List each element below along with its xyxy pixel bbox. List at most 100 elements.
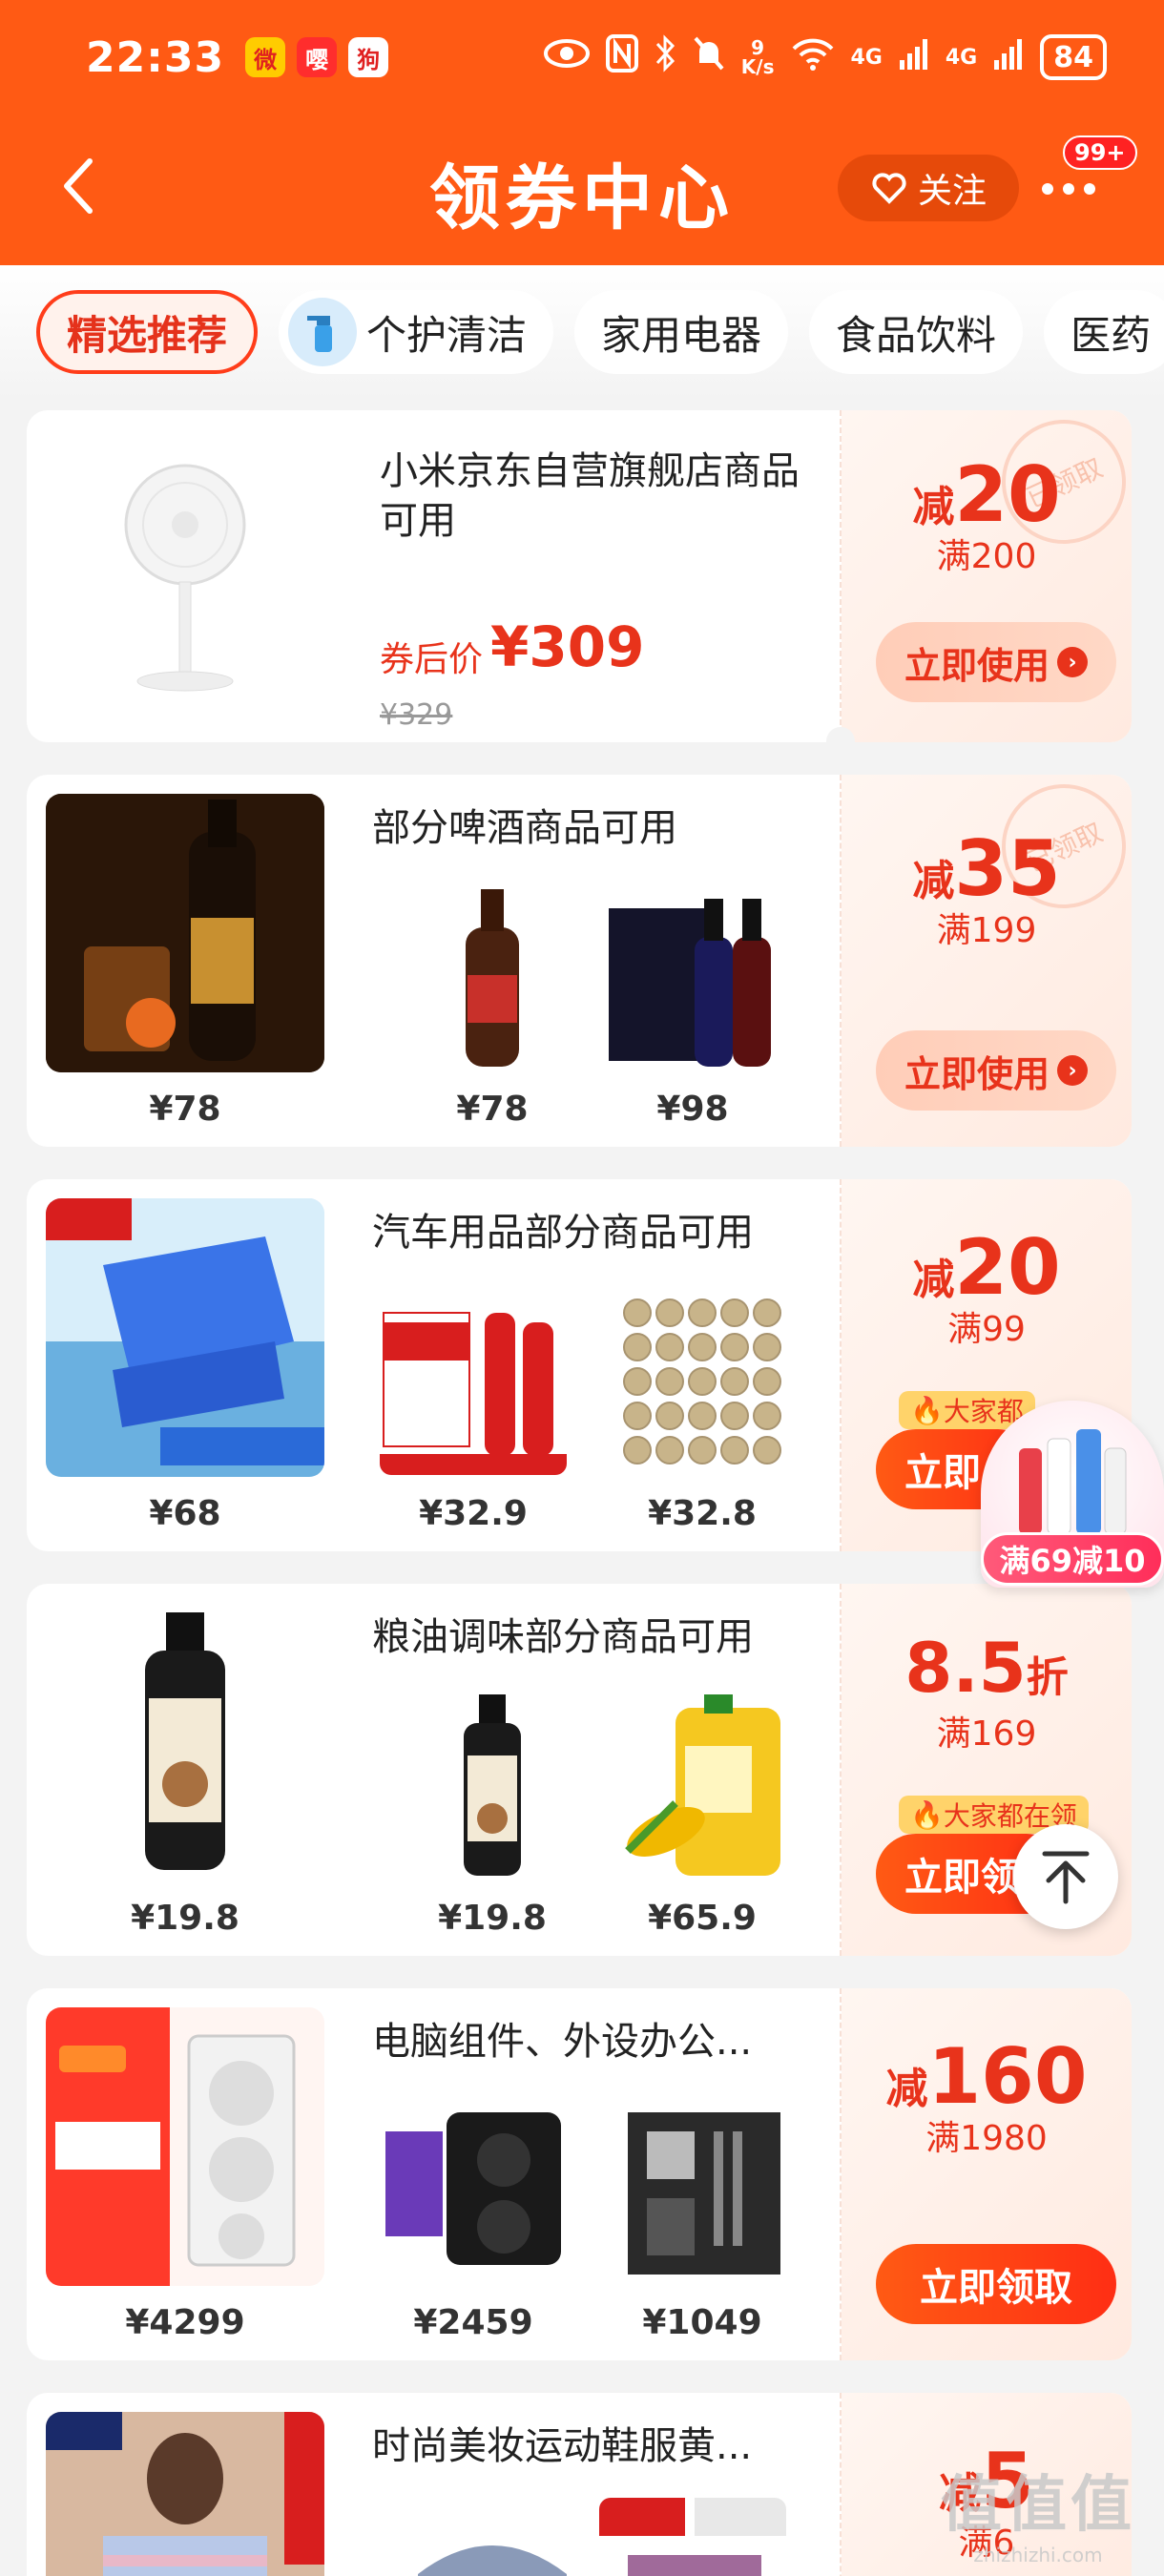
spray-bottle-icon (288, 298, 358, 366)
coupon-panel: 减160 满1980 立即领取 (842, 1988, 1132, 2360)
claim-button[interactable]: 立即领取 (876, 2244, 1116, 2324)
beer-gift-box-thumb (599, 880, 786, 1070)
product-price: ¥32.8 (648, 1494, 757, 1533)
coupon-desc: 汽车用品部分商品可用 (372, 1211, 754, 1255)
coupon-card[interactable]: 粮油调味部分商品可用 ¥19.8 ¥19.8 ¥65.9 8.5折 满169 🔥… (27, 1584, 1132, 1956)
coupon-desc: 时尚美妆运动鞋服黄... (372, 2424, 753, 2468)
more-dots-icon (1042, 183, 1095, 195)
product-image[interactable] (46, 1198, 324, 1477)
fan-image (124, 464, 246, 692)
coupon-value: 35 (954, 824, 1061, 913)
coupon-panel: 已领取 减20 满200 立即使用 › (842, 410, 1132, 742)
dog-app-icon: 狗 (348, 37, 389, 77)
floating-promo-label[interactable]: 满69减10 (981, 1532, 1164, 1586)
product-image[interactable] (46, 2007, 324, 2286)
striped-shirt-image (46, 2412, 324, 2576)
product-price: ¥32.9 (419, 1494, 528, 1533)
tab-label: 个护清洁 (366, 311, 528, 359)
coupon-card[interactable]: 汽车用品部分商品可用 ¥68 ¥32.9 ¥32.8 减20 满99 🔥 大家都… (27, 1179, 1132, 1551)
product-thumb[interactable] (380, 1284, 567, 1475)
coupon-amount: 8.5折 (842, 1628, 1132, 1708)
product-price: ¥4299 (125, 2303, 245, 2342)
tab-food-drinks[interactable]: 食品饮料 (809, 290, 1024, 374)
product-thumb[interactable] (609, 2093, 796, 2284)
product-thumb[interactable] (399, 880, 586, 1070)
header-bar: 22:33 微 嘤 狗 9 K/s 4G 4G 84 领券中心 关注 99+ (0, 0, 1164, 265)
mute-bell-icon (692, 34, 726, 81)
signal-1-label: 4G (850, 45, 883, 70)
product-thumb[interactable] (609, 1284, 796, 1475)
after-coupon-label: 券后价 (380, 640, 484, 679)
manhua-icon: 嘤 (297, 37, 338, 77)
watermark-logo: 值值值 (941, 2470, 1135, 2541)
product-image[interactable] (46, 429, 324, 708)
tab-home-appliances[interactable]: 家用电器 (574, 290, 789, 374)
category-tabs: 精选推荐 个护清洁 家用电器 食品饮料 医药 (0, 265, 1164, 399)
coupon-amount: 减160 (842, 2032, 1132, 2121)
product-image[interactable] (46, 1603, 324, 1881)
original-price: ¥329 (380, 698, 453, 732)
coupon-card[interactable]: 部分啤酒商品可用 ¥78 ¥78 ¥98 已领取 减35 满199 立即使用 › (27, 775, 1132, 1147)
product-thumb[interactable] (599, 880, 786, 1070)
coupon-value: 160 (927, 2032, 1088, 2121)
weibo-icon: 微 (245, 37, 286, 77)
wifi-icon (790, 35, 836, 80)
message-badge: 99+ (1063, 135, 1137, 170)
graphics-card-image (46, 2007, 324, 2286)
coupon-threshold: 满199 (936, 911, 1037, 950)
coupon-prefix: 减 (885, 2065, 928, 2113)
signal-2-label: 4G (945, 45, 978, 70)
signal-2-icon (992, 37, 1025, 78)
product-thumb[interactable] (399, 2498, 586, 2576)
coupon-card[interactable]: 电脑组件、外设办公... ¥4299 ¥2459 ¥1049 减160 满198… (27, 1988, 1132, 2360)
status-indicators: 9 K/s 4G 4G 84 (543, 33, 1107, 81)
coupon-value: 20 (954, 450, 1061, 539)
gel-seat-cushion-image (46, 1198, 324, 1477)
coupon-amount: 减20 (842, 450, 1132, 539)
gpu-thumb (380, 2093, 567, 2284)
coupon-threshold: 满99 (947, 1310, 1026, 1349)
coupon-prefix: 减 (912, 857, 955, 905)
coupon-value: 20 (954, 1223, 1061, 1312)
back-to-top-button[interactable] (1013, 1824, 1118, 1929)
use-now-button[interactable]: 立即使用 › (876, 622, 1116, 702)
arrow-right-icon: › (1057, 1055, 1088, 1086)
coupon-value: 8.5 (904, 1628, 1027, 1708)
seasoning-bottle-thumb (399, 1689, 586, 1880)
product-price: ¥78 (149, 1090, 221, 1129)
signal-1-icon (898, 37, 930, 78)
product-thumb[interactable] (380, 2093, 567, 2284)
coupon-desc: 部分啤酒商品可用 (372, 806, 677, 850)
watermark-url: zhizhizhi.com (973, 2544, 1103, 2566)
product-price: ¥78 (456, 1090, 529, 1129)
beer-bottle-thumb (399, 880, 586, 1070)
product-thumb[interactable] (399, 1689, 586, 1880)
product-thumb[interactable] (599, 2498, 786, 2576)
tab-personal-care[interactable]: 个护清洁 (279, 290, 554, 374)
coupon-suffix: 折 (1026, 1653, 1069, 1702)
arrow-up-icon (1042, 1851, 1090, 1904)
status-time: 22:33 (86, 32, 225, 82)
battery-indicator: 84 (1040, 34, 1107, 80)
coupon-card[interactable]: 小米京东自营旗舰店商品可用 券后价 ¥309 ¥329 已领取 减20 满200… (27, 410, 1132, 742)
use-now-button[interactable]: 立即使用 › (876, 1030, 1116, 1111)
product-price: ¥2459 (413, 2303, 533, 2342)
heart-plus-icon (872, 173, 906, 204)
product-thumb[interactable] (609, 1689, 796, 1880)
bluetooth-icon (654, 33, 676, 81)
product-price: ¥19.8 (438, 1899, 547, 1938)
product-price: ¥65.9 (648, 1899, 757, 1938)
status-bar: 22:33 微 嘤 狗 9 K/s 4G 4G 84 (86, 29, 1107, 86)
tab-featured[interactable]: 精选推荐 (36, 290, 259, 374)
coupon-threshold: 满200 (936, 537, 1037, 576)
eye-icon (543, 37, 591, 78)
beer-bottle-image (46, 794, 324, 1072)
corn-oil-thumb (609, 1689, 796, 1880)
coupon-panel: 已领取 减35 满199 立即使用 › (842, 775, 1132, 1147)
site-watermark: 值值值 zhizhizhi.com (941, 2456, 1135, 2566)
product-price: ¥68 (149, 1494, 221, 1533)
product-image[interactable] (46, 2412, 324, 2576)
tab-medicine[interactable]: 医药 (1044, 290, 1164, 374)
product-image[interactable] (46, 794, 324, 1072)
follow-button[interactable]: 关注 (838, 155, 1019, 221)
